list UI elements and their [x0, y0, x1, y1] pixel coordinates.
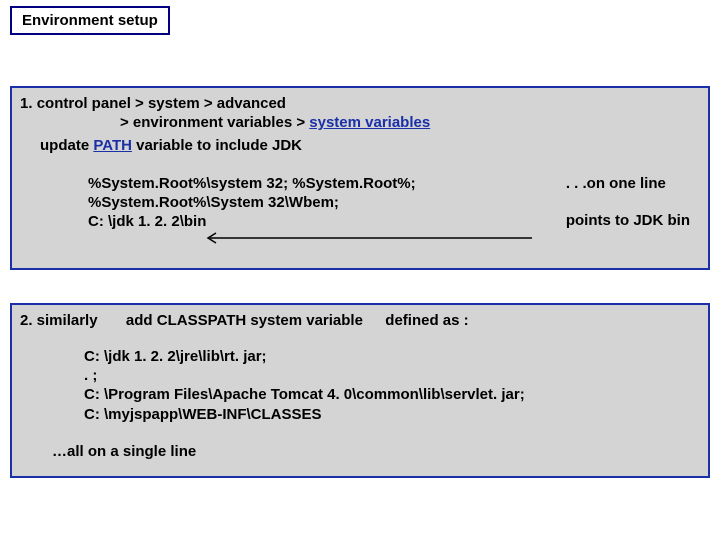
step2-box: 2. similarly add CLASSPATH system variab…: [10, 303, 710, 478]
note-one-line: . . .on one line: [566, 174, 690, 193]
note-jdk-bin: points to JDK bin: [566, 211, 690, 230]
path-line-1: %System.Root%\system 32; %System.Root%;: [88, 174, 416, 193]
add-classpath-text: add CLASSPATH system variable: [126, 312, 363, 329]
classpath-line-4: C: \myjspapp\WEB-INF\CLASSES: [84, 405, 525, 424]
step1-line2: > environment variables > system variabl…: [20, 113, 700, 132]
step1-nav1: control panel > system > advanced: [37, 95, 286, 112]
classpath-line-1: C: \jdk 1. 2. 2\jre\lib\rt. jar;: [84, 347, 525, 366]
path-notes: . . .on one line points to JDK bin: [566, 174, 690, 230]
path-line-3: C: \jdk 1. 2. 2\bin: [88, 212, 416, 231]
system-variables-link: system variables: [309, 114, 430, 131]
update-pre: update: [40, 137, 93, 154]
step2-header-line: 2. similarly add CLASSPATH system variab…: [20, 311, 700, 330]
classpath-value-block: C: \jdk 1. 2. 2\jre\lib\rt. jar; . ; C: …: [84, 347, 525, 424]
path-value-block: %System.Root%\system 32; %System.Root%; …: [88, 174, 416, 232]
step1-box: 1. control panel > system > advanced > e…: [10, 86, 710, 270]
arrow-icon: [202, 231, 392, 245]
path-link: PATH: [93, 137, 132, 154]
update-post: variable to include JDK: [132, 137, 302, 154]
step1-nav2-pre: > environment variables >: [120, 114, 309, 131]
title-box: Environment setup: [10, 6, 170, 35]
all-one-line-note: …all on a single line: [52, 443, 196, 460]
page-title: Environment setup: [22, 12, 158, 29]
step1-update-line: update PATH variable to include JDK: [20, 136, 700, 155]
classpath-line-3: C: \Program Files\Apache Tomcat 4. 0\com…: [84, 385, 525, 404]
step2-prefix: 2. similarly: [20, 312, 98, 329]
path-line-2: %System.Root%\System 32\Wbem;: [88, 193, 416, 212]
step1-line1: 1. control panel > system > advanced: [20, 94, 700, 113]
step1-prefix: 1.: [20, 95, 37, 112]
defined-as-text: defined as :: [385, 312, 468, 329]
classpath-line-2: . ;: [84, 366, 525, 385]
